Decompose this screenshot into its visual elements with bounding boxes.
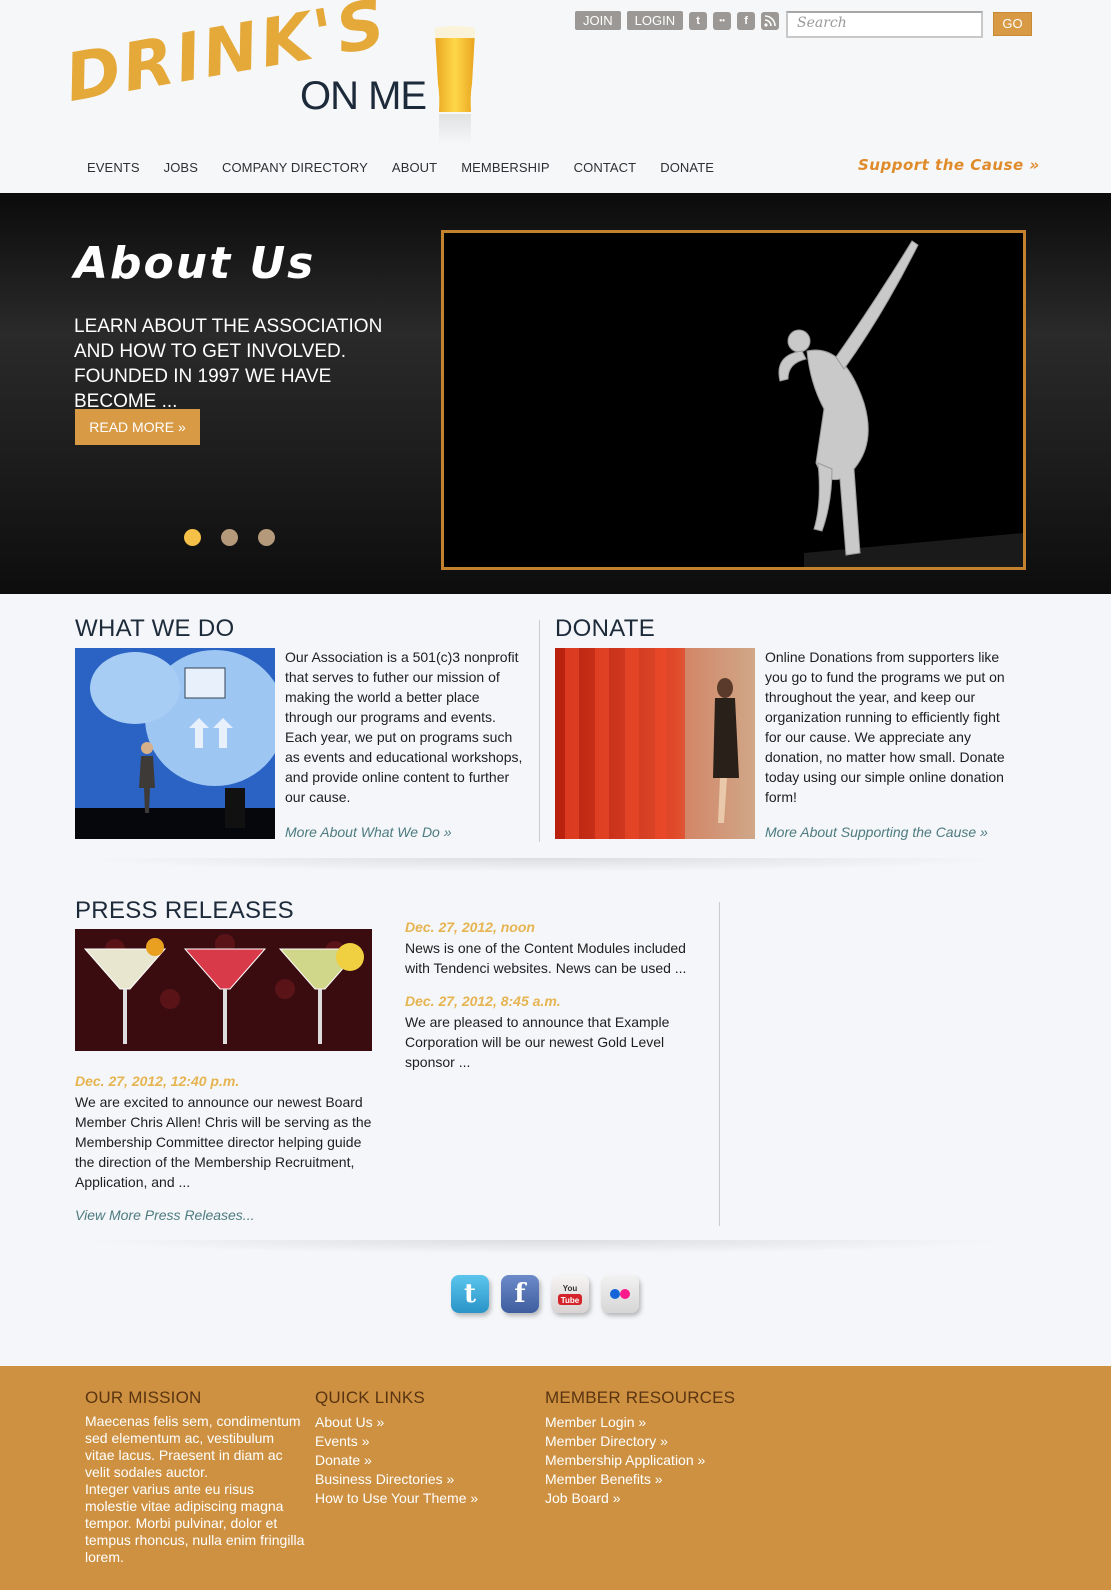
utility-bar: JOIN LOGIN t •• f (575, 11, 780, 30)
nav-jobs[interactable]: JOBS (152, 160, 210, 175)
slide-dot-2[interactable] (221, 529, 238, 546)
section-separator-2 (75, 1240, 1015, 1254)
footer-quick-title: QUICK LINKS (315, 1388, 425, 1407)
footer-link-business-directories[interactable]: Business Directories » (315, 1470, 535, 1489)
social-links: t f You Tube (451, 1275, 639, 1313)
hero-image (441, 230, 1026, 570)
footer-mission: OUR MISSION Maecenas felis sem, condimen… (85, 1388, 307, 1566)
svg-text:Tube: Tube (561, 1296, 580, 1305)
donate-section: DONATE (555, 615, 1035, 643)
support-cause-link[interactable]: Support the Cause » (858, 156, 1040, 174)
slider-dots (184, 529, 275, 546)
join-button[interactable]: JOIN (575, 11, 621, 30)
press-date-1: Dec. 27, 2012, 12:40 p.m. (75, 1073, 240, 1089)
read-more-button[interactable]: READ MORE » (75, 409, 200, 445)
main-nav: EVENTS JOBS COMPANY DIRECTORY ABOUT MEMB… (75, 160, 726, 175)
nav-membership[interactable]: MEMBERSHIP (449, 160, 561, 175)
press-column-divider (719, 902, 720, 1226)
facebook-icon[interactable]: f (737, 11, 756, 30)
footer-mission-text: Maecenas felis sem, condimentum sed elem… (85, 1413, 301, 1480)
logo-on-me[interactable]: ON ME (300, 74, 427, 119)
what-we-do-title: WHAT WE DO (75, 615, 235, 642)
footer-link-member-login[interactable]: Member Login » (545, 1413, 785, 1432)
view-more-press-link[interactable]: View More Press Releases... (75, 1207, 254, 1223)
flickr-icon[interactable] (601, 1275, 639, 1313)
hero-text: LEARN ABOUT THE ASSOCIATION AND HOW TO G… (74, 316, 383, 412)
nav-events[interactable]: EVENTS (75, 160, 152, 175)
search-input[interactable]: Search (786, 11, 983, 38)
donate-text: Online Donations from supporters like yo… (765, 649, 1005, 805)
footer-link-theme[interactable]: How to Use Your Theme » (315, 1489, 535, 1508)
donate-more-link[interactable]: More About Supporting the Cause » (765, 824, 988, 840)
footer-link-events[interactable]: Events » (315, 1432, 535, 1451)
flickr-icon[interactable]: •• (713, 11, 732, 30)
press-releases-title: PRESS RELEASES (75, 897, 294, 924)
press-date-2: Dec. 27, 2012, noon (405, 919, 535, 935)
footer-link-job-board[interactable]: Job Board » (545, 1489, 785, 1508)
svg-text:You: You (563, 1284, 578, 1293)
press-text-2: News is one of the Content Modules inclu… (405, 940, 687, 976)
dancer-image (444, 233, 1023, 567)
footer-quick-links: QUICK LINKS About Us » Events » Donate »… (315, 1388, 535, 1508)
press-text-3: We are pleased to announce that Example … (405, 1014, 670, 1070)
youtube-icon[interactable]: You Tube (551, 1275, 589, 1313)
slide-dot-1[interactable] (184, 529, 201, 546)
press-text-1: We are excited to announce our newest Bo… (75, 1094, 372, 1190)
what-we-do-image (75, 648, 285, 839)
footer-link-member-directory[interactable]: Member Directory » (545, 1432, 785, 1451)
slide-dot-3[interactable] (258, 529, 275, 546)
beer-glass-icon (435, 26, 475, 144)
hero-title: About Us (74, 238, 316, 289)
nav-donate[interactable]: DONATE (648, 160, 726, 175)
what-we-do-section: WHAT WE DO (75, 615, 535, 643)
nav-about[interactable]: ABOUT (380, 160, 449, 175)
what-we-do-more-link[interactable]: More About What We Do » (285, 824, 452, 840)
footer-link-member-benefits[interactable]: Member Benefits » (545, 1470, 785, 1489)
footer-link-donate[interactable]: Donate » (315, 1451, 535, 1470)
search-go-button[interactable]: GO (993, 12, 1032, 36)
twitter-icon[interactable]: t (689, 11, 708, 30)
nav-contact[interactable]: CONTACT (562, 160, 649, 175)
footer-member-title: MEMBER RESOURCES (545, 1388, 736, 1407)
rss-icon[interactable] (761, 11, 780, 30)
footer-link-membership-application[interactable]: Membership Application » (545, 1451, 785, 1470)
facebook-icon[interactable]: f (501, 1275, 539, 1313)
press-image (75, 929, 372, 1051)
press-releases-section: PRESS RELEASES (75, 897, 294, 925)
twitter-icon[interactable]: t (451, 1275, 489, 1313)
footer-mission-text-2: Integer varius ante eu risus molestie vi… (85, 1481, 305, 1565)
footer-link-about[interactable]: About Us » (315, 1413, 535, 1432)
section-separator (75, 858, 1015, 872)
login-button[interactable]: LOGIN (626, 11, 684, 30)
nav-company-directory[interactable]: COMPANY DIRECTORY (210, 160, 380, 175)
footer-mission-title: OUR MISSION (85, 1388, 202, 1407)
footer-member-resources: MEMBER RESOURCES Member Login » Member D… (545, 1388, 785, 1508)
donate-title: DONATE (555, 615, 656, 642)
what-we-do-text: Our Association is a 501(c)3 nonprofit t… (285, 649, 523, 805)
press-date-3: Dec. 27, 2012, 8:45 a.m. (405, 993, 561, 1009)
column-divider (539, 620, 540, 842)
donate-image (555, 648, 755, 839)
